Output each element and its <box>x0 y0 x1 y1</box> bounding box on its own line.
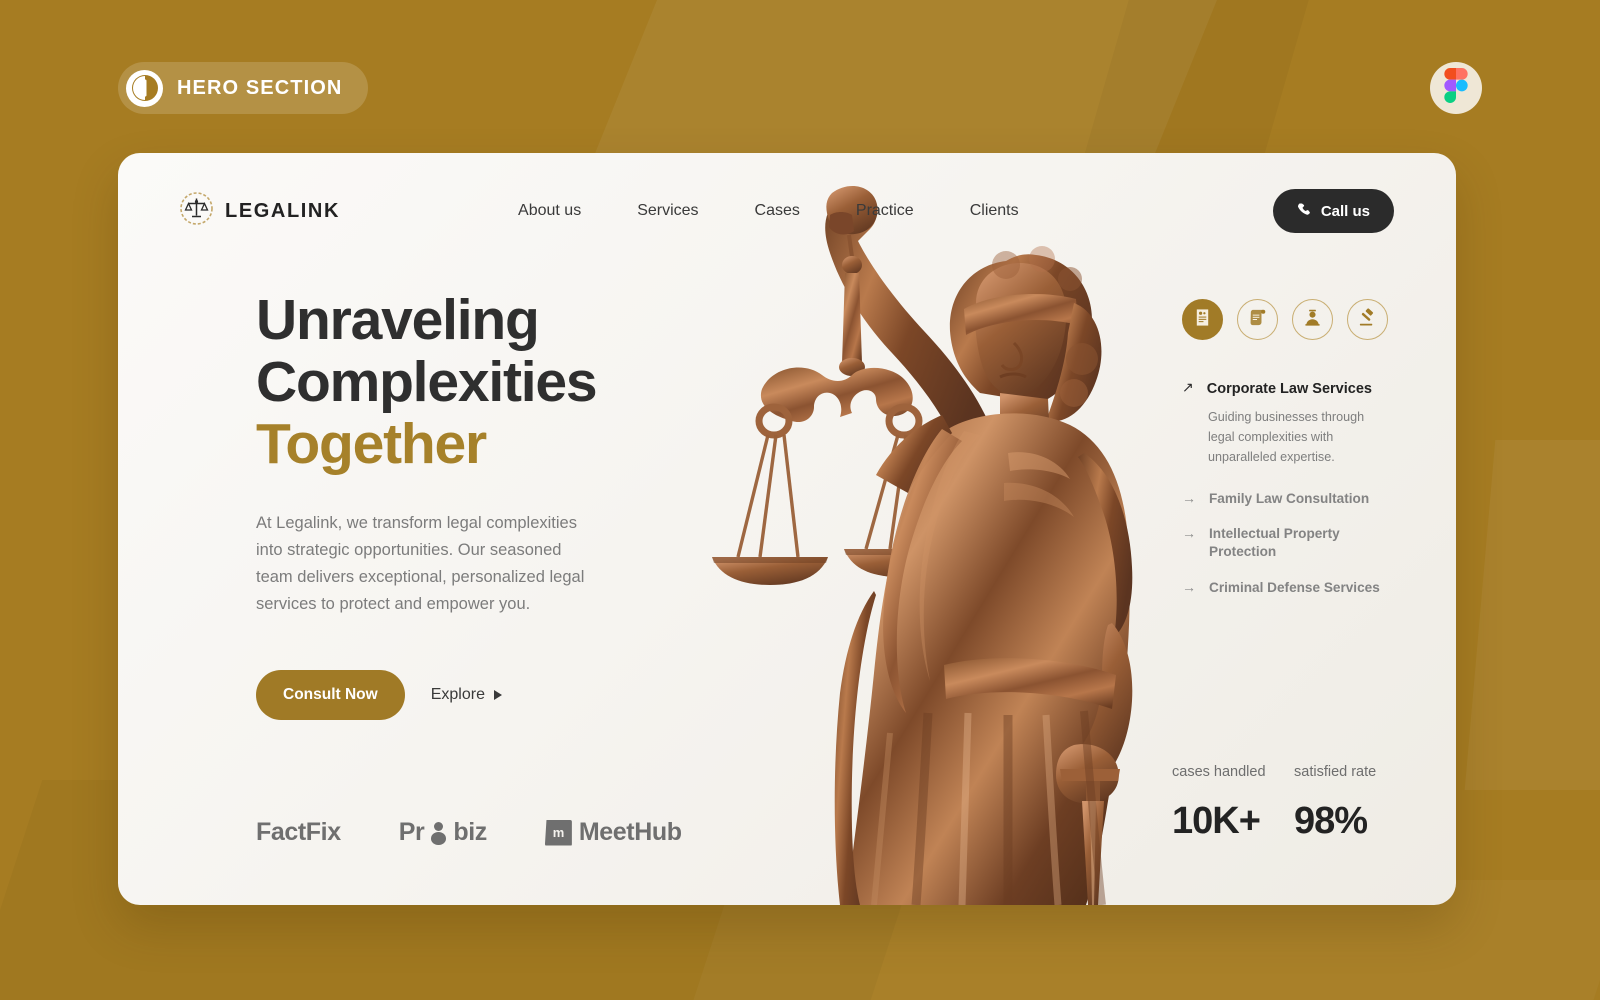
hero-section-badge: HERO SECTION <box>118 62 369 114</box>
lawyer-person-icon <box>1303 308 1322 332</box>
nav-item-clients[interactable]: Clients <box>970 202 1019 220</box>
headline-accent: Together <box>256 412 487 477</box>
meethub-label: MeetHub <box>578 818 682 846</box>
arrow-up-right-icon: ↗ <box>1182 379 1194 395</box>
headline-line-2: Complexities <box>256 350 598 415</box>
partner-logo-probiz: Pr biz <box>398 818 488 847</box>
brand-name: LEGALINK <box>225 199 341 222</box>
play-triangle-icon <box>493 689 502 700</box>
page-title: Unraveling Complexities Together <box>256 289 656 475</box>
probiz-label-suffix: biz <box>453 818 487 846</box>
service-item-label: Family Law Consultation <box>1209 490 1370 506</box>
meethub-mark-icon: m <box>544 819 572 846</box>
services-panel: ↗ Corporate Law Services Guiding busines… <box>1182 299 1394 597</box>
service-item-label: Criminal Defense Services <box>1209 579 1380 595</box>
service-item-intellectual-property[interactable]: → Intellectual Property Protection <box>1182 525 1394 562</box>
nav-item-cases[interactable]: Cases <box>755 202 800 220</box>
call-us-button[interactable]: Call us <box>1272 189 1394 233</box>
featured-service[interactable]: ↗ Corporate Law Services Guiding busines… <box>1182 379 1394 468</box>
stat-satisfied-rate: satisfied rate 98% <box>1294 763 1394 843</box>
featured-service-title: Corporate Law Services <box>1206 381 1372 397</box>
arrow-right-icon: → <box>1182 578 1196 595</box>
headline-line-1: Unraveling <box>256 288 540 352</box>
meethub-mark-letter: m <box>552 825 565 840</box>
arrow-right-icon: → <box>1182 525 1196 542</box>
gavel-icon <box>1358 307 1377 332</box>
nav-item-practice[interactable]: Practice <box>856 202 914 220</box>
brand-logo[interactable]: LEGALINK <box>180 192 340 230</box>
factfix-label: FactFix <box>256 818 341 846</box>
figma-logo-badge[interactable] <box>1430 62 1482 114</box>
featured-service-description: Guiding businesses through legal complex… <box>1208 410 1365 464</box>
main-navigation: About us Services Cases Practice Clients <box>518 202 1019 220</box>
consult-now-button[interactable]: Consult Now <box>256 669 405 720</box>
service-item-family-law[interactable]: → Family Law Consultation <box>1182 490 1394 508</box>
figma-logo-icon <box>1444 68 1468 108</box>
stat-cases-handled: cases handled 10K+ <box>1172 763 1272 843</box>
nav-item-about-us[interactable]: About us <box>518 202 581 220</box>
hero-card: LEGALINK About us Services Cases Practic… <box>118 153 1456 905</box>
service-icon-contract-document[interactable] <box>1182 299 1223 340</box>
partner-logo-meethub: m MeetHub <box>544 818 682 847</box>
stat-label: satisfied rate <box>1294 764 1377 781</box>
hero-section-badge-label: HERO SECTION <box>177 76 343 99</box>
stat-value: 98% <box>1294 800 1368 842</box>
explore-link[interactable]: Explore <box>431 686 502 704</box>
service-icon-lawyer[interactable] <box>1292 299 1333 340</box>
service-list: → Family Law Consultation → Intellectual… <box>1182 490 1394 597</box>
hero-left-column: Unraveling Complexities Together At Lega… <box>256 289 656 720</box>
stats-row: cases handled 10K+ satisfied rate 98% <box>1172 763 1394 843</box>
half-circle-logo-icon <box>126 69 163 107</box>
scroll-parchment-icon <box>1248 308 1267 332</box>
hero-cta-row: Consult Now Explore <box>256 669 656 720</box>
service-icon-gavel[interactable] <box>1347 299 1388 340</box>
phone-icon <box>1297 202 1312 221</box>
partner-logos: FactFix Pr biz m MeetHub <box>256 818 682 847</box>
stat-value: 10K+ <box>1172 800 1261 842</box>
partner-logo-factfix: FactFix <box>256 818 341 847</box>
service-icon-row <box>1182 299 1394 340</box>
service-item-criminal-defense[interactable]: → Criminal Defense Services <box>1182 579 1394 597</box>
featured-service-head: ↗ Corporate Law Services <box>1182 379 1394 398</box>
arrow-right-icon: → <box>1182 489 1196 506</box>
probiz-label-prefix: Pr <box>398 818 425 846</box>
scales-of-justice-icon <box>180 192 213 230</box>
contract-document-icon <box>1193 308 1212 332</box>
call-us-label: Call us <box>1320 202 1370 220</box>
nav-item-services[interactable]: Services <box>637 202 698 220</box>
stat-label: cases handled <box>1172 764 1266 781</box>
site-header: LEGALINK About us Services Cases Practic… <box>118 153 1456 269</box>
explore-label: Explore <box>430 685 485 703</box>
probiz-person-icon <box>431 820 447 845</box>
service-item-label: Intellectual Property Protection <box>1209 526 1340 560</box>
service-icon-scroll[interactable] <box>1237 299 1278 340</box>
hero-paragraph: At Legalink, we transform legal complexi… <box>256 514 585 614</box>
